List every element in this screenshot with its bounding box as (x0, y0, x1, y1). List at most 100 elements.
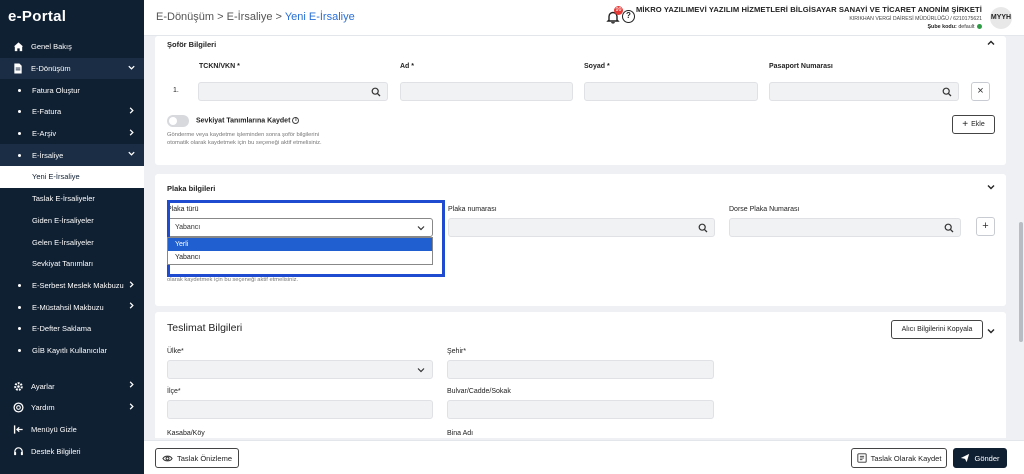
send-button[interactable]: Gönder (953, 448, 1007, 468)
home-icon (12, 41, 24, 53)
country-select[interactable] (167, 360, 433, 379)
bullet-icon (18, 88, 21, 92)
search-icon[interactable] (698, 223, 708, 233)
sidebar-item-e-donusum[interactable]: E-Dönüşüm (0, 57, 144, 80)
plate-hint: olarak kaydetmek için bu seçeneği aktif … (167, 277, 299, 283)
search-icon[interactable] (371, 87, 381, 97)
save-draft-icon (856, 453, 867, 463)
top-header: E-Dönüşüm > E-İrsaliye > Yeni E-İrsaliye… (144, 0, 1024, 36)
district-input[interactable] (167, 400, 433, 419)
draft-preview-button[interactable]: Taslak Önizleme (155, 448, 239, 468)
breadcrumb: E-Dönüşüm > E-İrsaliye > Yeni E-İrsaliye (156, 11, 355, 23)
bullet-icon (18, 348, 21, 352)
breadcrumb-separator: > (214, 11, 227, 23)
sidebar-item-label: Taslak E-İrsaliyeler (32, 194, 95, 204)
sidebar-item-label: E-Dönüşüm (31, 64, 71, 74)
save-shipment-label: Sevkiyat Tanımlarına Kaydet i (196, 117, 300, 125)
sidebar-item-label: Genel Bakış (31, 42, 72, 52)
avatar[interactable]: MYYH (990, 7, 1012, 29)
plate-type-options: Yerli Yabancı (167, 237, 433, 265)
footer-bar: Taslak Önizleme Taslak Olarak Kaydet Gön… (144, 440, 1024, 474)
chevron-right-icon (127, 301, 136, 310)
street-input[interactable] (447, 400, 714, 419)
search-icon[interactable] (942, 87, 952, 97)
sidebar-item-label: E-Müstahsil Makbuzu (32, 302, 104, 312)
scrollbar-thumb[interactable] (1019, 222, 1023, 342)
sidebar-item-genel-bakis[interactable]: Genel Bakış (0, 36, 144, 58)
save-draft-label: Taslak Olarak Kaydet (870, 453, 942, 463)
headset-icon (12, 445, 24, 457)
breadcrumb-current: Yeni E-İrsaliye (284, 11, 355, 23)
tckn-input[interactable] (198, 82, 388, 101)
sidebar-item-fatura-olustur[interactable]: Fatura Oluştur (0, 79, 144, 101)
plate-section-title: Plaka bilgileri (167, 184, 216, 193)
chevron-down-icon (127, 149, 136, 158)
search-icon[interactable] (944, 223, 954, 233)
sidebar-item-label: Gelen E-İrsaliyeler (32, 237, 94, 247)
pasaport-input[interactable] (769, 82, 959, 101)
sidebar-item-e-arsiv[interactable]: E-Arşiv (0, 123, 144, 145)
building-label: Bina Adı (447, 430, 474, 437)
breadcrumb-e-irsaliye[interactable]: E-İrsaliye (227, 11, 273, 23)
sidebar-item-taslak-e-irsaliyeler[interactable]: Taslak E-İrsaliyeler (0, 188, 144, 210)
add-driver-button[interactable]: + Ekle (952, 115, 995, 134)
branch-code: Şube kodu: default (636, 24, 982, 30)
send-label: Gönder (974, 453, 1000, 463)
chevron-right-icon (127, 128, 136, 137)
city-input[interactable] (447, 360, 714, 379)
sidebar-item-label: E-Fatura (32, 107, 62, 117)
sidebar-item-giden-e-irsaliyeler[interactable]: Giden E-İrsaliyeler (0, 210, 144, 232)
chevron-down-icon[interactable] (986, 182, 996, 192)
chevron-down-icon (416, 365, 426, 375)
sidebar-item-sevkiyat-tanimlari[interactable]: Sevkiyat Tanımları (0, 253, 144, 275)
help-icon[interactable]: ? (622, 10, 635, 23)
branch-value: default (958, 24, 975, 30)
info-icon[interactable]: i (292, 117, 300, 124)
sidebar-item-yardim[interactable]: Yardım (0, 397, 144, 419)
remove-driver-button[interactable]: × (971, 82, 990, 101)
trailer-plate-label: Dorse Plaka Numarası (729, 206, 800, 213)
breadcrumb-e-donusum[interactable]: E-Dönüşüm (156, 11, 214, 23)
delivery-card: Teslimat Bilgileri Alıcı Bilgilerini Kop… (155, 312, 1006, 438)
sidebar-item-gib-kayitli[interactable]: GİB Kayıtlı Kullanıcılar (0, 340, 144, 362)
document-icon (12, 63, 24, 75)
sidebar-item-e-fatura[interactable]: E-Fatura (0, 101, 144, 123)
plate-number-label: Plaka numarası (448, 206, 497, 213)
chevron-down-icon[interactable] (986, 326, 996, 336)
chevron-up-icon[interactable] (986, 38, 996, 48)
pasaport-column-label: Pasaport Numarası (769, 63, 833, 70)
sidebar-item-e-serbest-meslek[interactable]: E-Serbest Meslek Makbuzu (0, 275, 144, 297)
company-info: MİKRO YAZILIMEVİ YAZILIM HİZMETLERİ BİLG… (636, 5, 982, 30)
copy-recipient-button[interactable]: Alıcı Bilgilerini Kopyala (891, 320, 983, 339)
lifebuoy-icon (12, 402, 24, 414)
plate-number-input[interactable] (448, 218, 715, 237)
sidebar-item-e-defter-saklama[interactable]: E-Defter Saklama (0, 318, 144, 340)
trailer-plate-input[interactable] (729, 218, 961, 237)
plate-type-option-yerli[interactable]: Yerli (168, 238, 432, 251)
status-dot-icon (977, 24, 982, 30)
plate-type-option-yabanci[interactable]: Yabancı (168, 251, 432, 264)
sidebar-item-gelen-e-irsaliyeler[interactable]: Gelen E-İrsaliyeler (0, 231, 144, 253)
save-draft-button[interactable]: Taslak Olarak Kaydet (851, 448, 947, 468)
sidebar: e-Portal Genel Bakış E-Dönüşüm Fatura Ol… (0, 0, 144, 474)
sidebar-item-label: E-Defter Saklama (32, 324, 92, 334)
save-shipment-text: Sevkiyat Tanımlarına Kaydet (196, 117, 291, 125)
ad-input[interactable] (400, 82, 573, 101)
gear-icon (12, 380, 24, 392)
sidebar-item-e-mustahsil[interactable]: E-Müstahsil Makbuzu (0, 296, 144, 318)
country-label: Ülke* (167, 348, 184, 355)
sidebar-item-yeni-e-irsaliye[interactable]: Yeni E-İrsaliye (0, 166, 144, 188)
add-driver-label: Ekle (971, 121, 985, 128)
street-label: Bulvar/Cadde/Sokak (447, 388, 511, 395)
sidebar-item-label: Destek Bilgileri (31, 446, 81, 456)
save-shipment-toggle[interactable] (167, 115, 189, 127)
sidebar-item-menuyu-gizle[interactable]: Menüyü Gizle (0, 419, 144, 441)
sidebar-item-e-irsaliye[interactable]: E-İrsaliye (0, 144, 144, 167)
sidebar-item-ayarlar[interactable]: Ayarlar (0, 375, 144, 397)
sidebar-item-label: Menüyü Gizle (31, 425, 77, 435)
soyad-input[interactable] (584, 82, 758, 101)
send-icon (960, 453, 970, 463)
tckn-column-label: TCKN/VKN * (199, 63, 240, 70)
sidebar-item-destek-bilgileri[interactable]: Destek Bilgileri (0, 440, 144, 462)
add-plate-button[interactable]: + (976, 217, 995, 236)
